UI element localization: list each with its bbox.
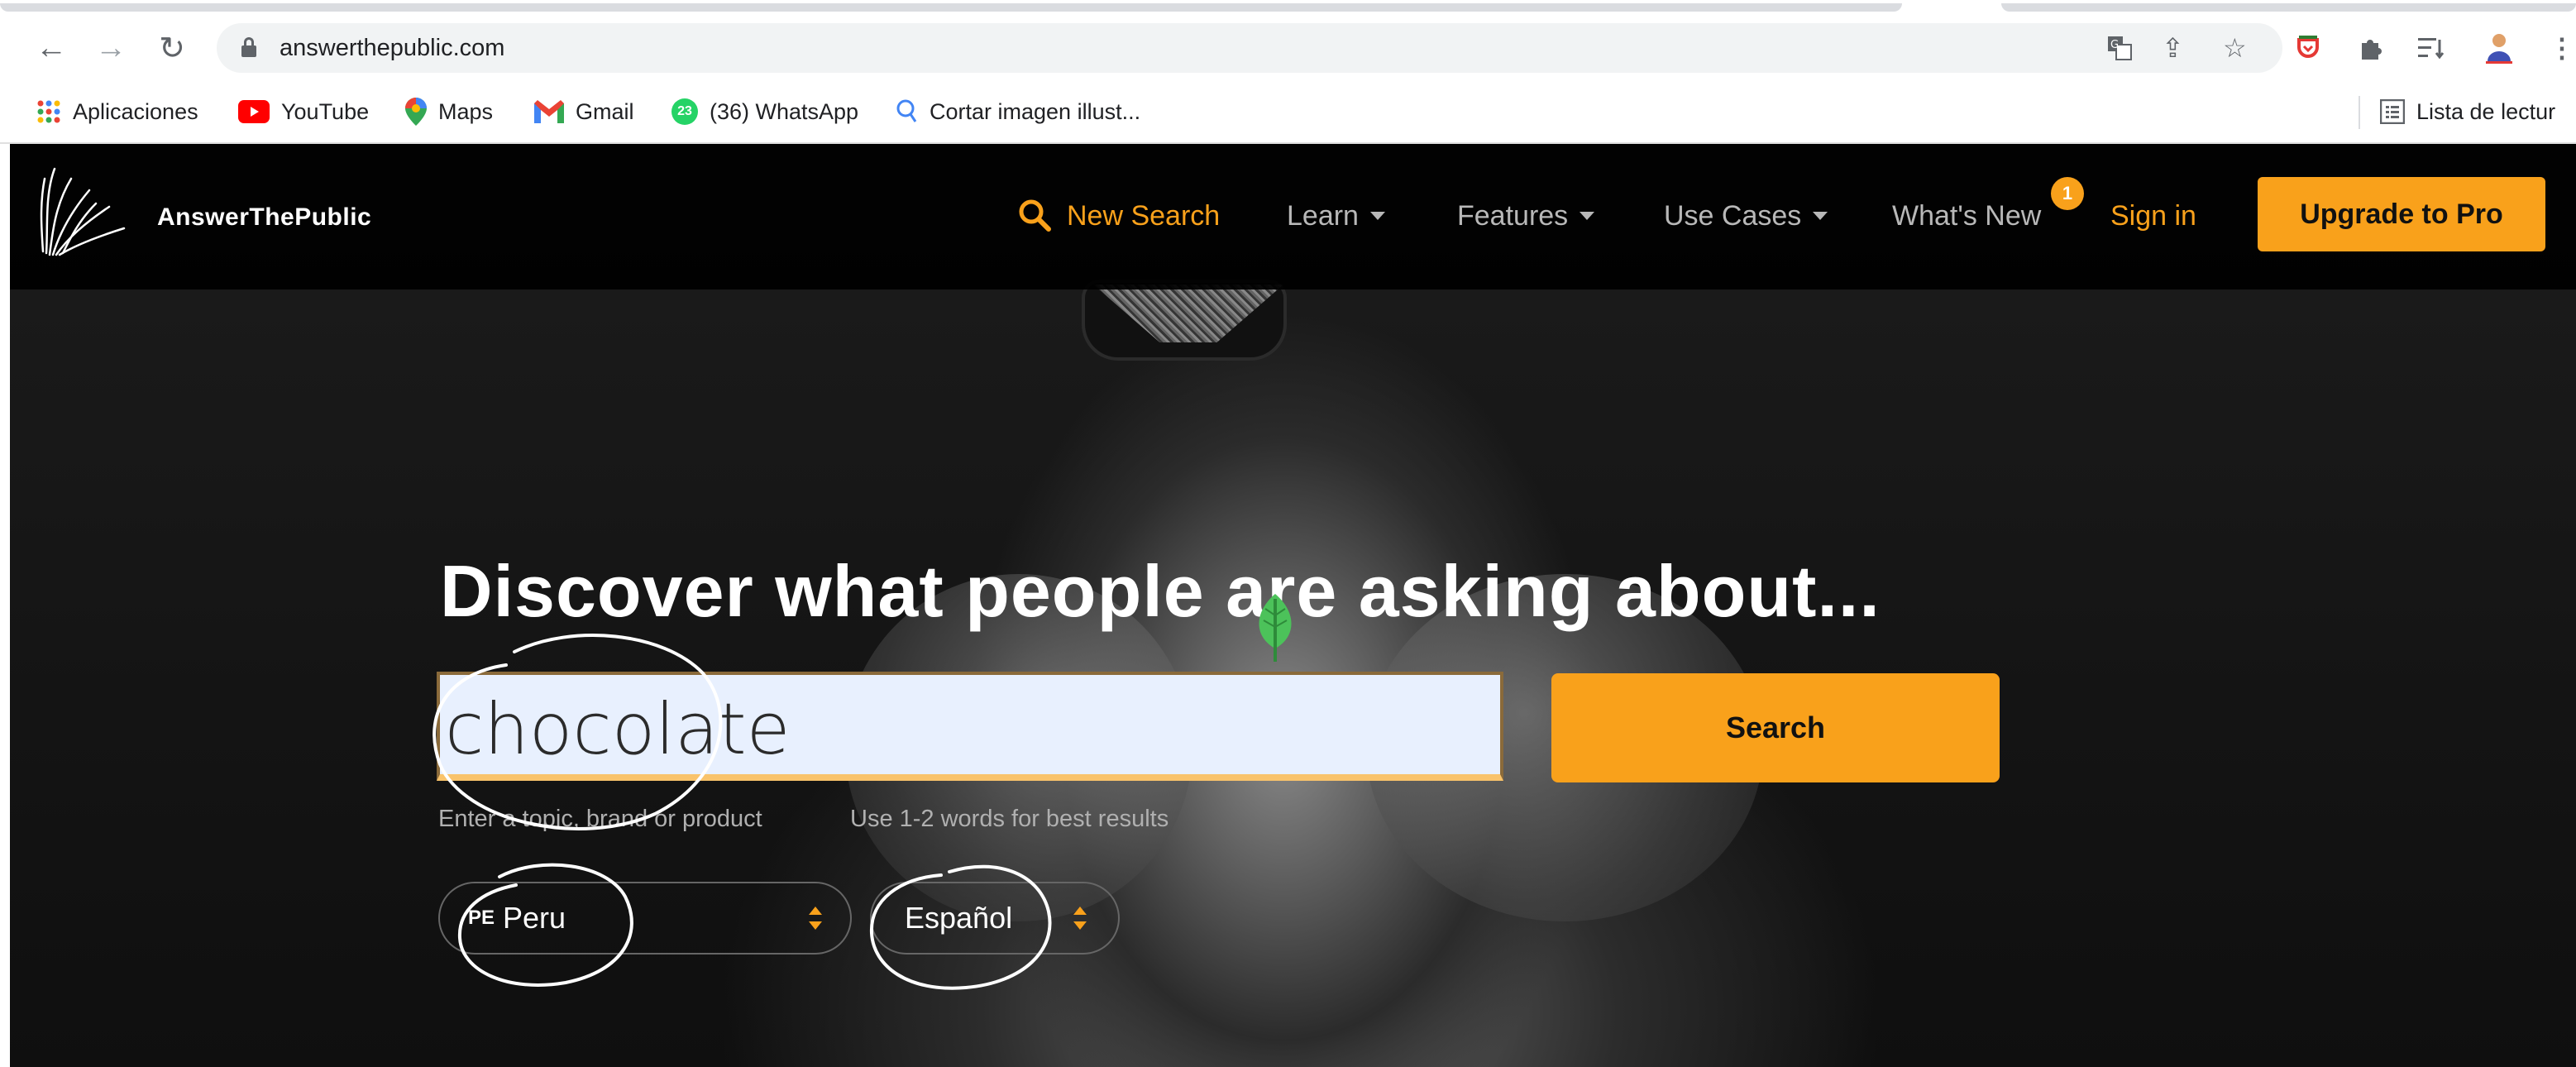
tab-strip	[0, 0, 2576, 12]
forward-arrow-icon[interactable]: →	[93, 30, 129, 66]
reload-icon[interactable]: ↻	[154, 30, 190, 66]
search-icon	[1019, 199, 1051, 232]
whats-new-badge: 1	[2051, 177, 2084, 210]
answerthepublic-logo-icon[interactable]	[38, 162, 129, 261]
bookmark-label: YouTube	[281, 98, 370, 124]
bookmarks-separator	[2359, 96, 2360, 129]
chevron-down-icon	[1580, 212, 1595, 220]
search-hint-words: Use 1-2 words for best results	[850, 806, 1169, 832]
bookmark-star-icon[interactable]: ☆	[2223, 31, 2247, 65]
language-select[interactable]: Español	[870, 882, 1120, 955]
select-arrows-icon	[1073, 905, 1087, 935]
bookmark-gmail[interactable]: Gmail	[534, 95, 634, 128]
nav-features[interactable]: Features	[1457, 195, 1595, 237]
select-arrows-icon	[809, 905, 822, 935]
back-arrow-icon[interactable]: ←	[33, 30, 69, 66]
pocket-extension-icon[interactable]	[2296, 31, 2320, 65]
reading-list-button[interactable]: Lista de lectur	[2380, 95, 2555, 128]
browser-toolbar: ← → ↻ answerthepublic.com G ⇪ ☆ ⋮	[0, 12, 2576, 84]
country-select[interactable]: PE Peru	[438, 882, 852, 955]
nav-learn[interactable]: Learn	[1287, 195, 1385, 237]
apps-grid-icon	[36, 99, 61, 124]
bookmark-label: Cortar imagen illust...	[930, 98, 1141, 124]
share-icon[interactable]: ⇪	[2162, 31, 2184, 65]
chevron-down-icon	[1813, 212, 1828, 220]
nav-learn-label: Learn	[1287, 199, 1359, 232]
bookmark-cortar-imagen[interactable]: Cortar imagen illust...	[895, 95, 1140, 128]
bookmark-apps[interactable]: Aplicaciones	[36, 95, 198, 128]
translate-icon[interactable]: G	[2105, 31, 2134, 65]
reading-list-label: Lista de lectur	[2416, 98, 2556, 124]
search-hint-topic: Enter a topic, brand or product	[438, 806, 762, 832]
nav-use-cases-label: Use Cases	[1664, 199, 1802, 232]
nav-whats-new[interactable]: What's New	[1892, 195, 2041, 237]
nav-use-cases[interactable]: Use Cases	[1664, 195, 1828, 237]
new-search-label: New Search	[1067, 199, 1221, 232]
reading-mode-icon[interactable]	[2418, 31, 2446, 65]
whatsapp-icon: 23	[671, 98, 698, 125]
bookmark-maps[interactable]: Maps	[405, 95, 493, 128]
nav-whats-new-label: What's New	[1892, 199, 2042, 232]
search-button[interactable]: Search	[1551, 673, 2000, 782]
youtube-icon	[238, 100, 270, 123]
search-input-value[interactable]: chocolate	[445, 688, 791, 771]
svg-text:G: G	[2110, 39, 2119, 51]
country-value: Peru	[503, 901, 566, 935]
sign-in-link[interactable]: Sign in	[2110, 195, 2196, 237]
leaf-cursor-icon	[1250, 591, 1300, 665]
browser-menu-icon[interactable]: ⋮	[2549, 31, 2575, 65]
maps-pin-icon	[405, 98, 427, 126]
gmail-icon	[534, 100, 564, 123]
lock-icon[interactable]	[241, 37, 256, 57]
bookmark-whatsapp[interactable]: 23 (36) WhatsApp	[671, 95, 858, 128]
address-url[interactable]: answerthepublic.com	[280, 35, 504, 62]
profile-avatar-icon[interactable]	[2484, 31, 2514, 65]
site-logo-text[interactable]: AnswerThePublic	[157, 203, 371, 232]
bookmarks-bar: Aplicaciones YouTube Maps Gmail 23 (36) …	[0, 84, 2576, 142]
extensions-puzzle-icon[interactable]	[2357, 31, 2383, 65]
bookmark-label: (36) WhatsApp	[710, 98, 859, 124]
page-viewport: AnswerThePublic New Search Learn Feature…	[10, 144, 2576, 1067]
search-bookmark-icon	[895, 98, 918, 125]
country-code: PE	[468, 907, 495, 929]
bookmark-label: Aplicaciones	[73, 98, 198, 124]
site-header: AnswerThePublic New Search Learn Feature…	[10, 144, 2576, 289]
nav-features-label: Features	[1457, 199, 1569, 232]
reading-list-icon	[2380, 99, 2405, 124]
upgrade-to-pro-button[interactable]: Upgrade to Pro	[2258, 177, 2545, 251]
new-search-link[interactable]: New Search	[1017, 195, 1220, 237]
search-input[interactable]: chocolate	[437, 672, 1503, 781]
address-bar[interactable]: answerthepublic.com	[217, 23, 2282, 73]
bookmark-youtube[interactable]: YouTube	[238, 95, 369, 128]
bookmark-label: Maps	[438, 98, 494, 124]
bookmark-label: Gmail	[576, 98, 634, 124]
sign-in-label: Sign in	[2110, 199, 2196, 232]
chevron-down-icon	[1369, 212, 1385, 220]
hero-title: Discover what people are asking about...	[440, 550, 1881, 632]
language-value: Español	[905, 901, 1013, 935]
